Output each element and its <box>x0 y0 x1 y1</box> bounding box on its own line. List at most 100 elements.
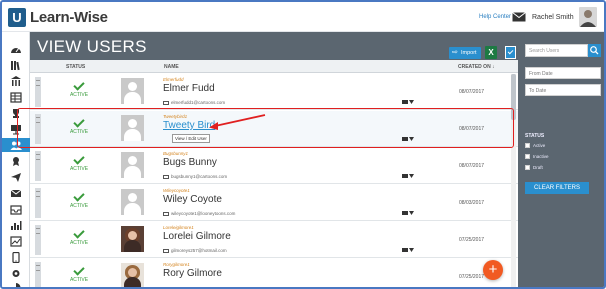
nav-chart-icon[interactable] <box>6 234 26 248</box>
nav-dashboard-icon[interactable] <box>6 42 26 56</box>
table-row[interactable]: ACTIVE Rorygilmore1 Rory Gilmore 07/25/2… <box>30 259 518 287</box>
user-name[interactable]: Rachel Smith <box>532 14 574 21</box>
sidebar <box>2 32 30 287</box>
email-line: gilmoreys257@hotmail.com <box>163 248 227 253</box>
user-name-link[interactable]: Lorelei Gilmore <box>163 231 231 242</box>
email-text: elmerfudd1@cartoons.com <box>171 100 226 105</box>
nav-table-icon[interactable] <box>6 90 26 104</box>
users-table: STATUS NAME CREATED ON ↓ ACTIVE Elmerfud… <box>30 60 518 287</box>
username: Wileycoyote1 <box>163 188 190 193</box>
user-name-link[interactable]: Rory Gilmore <box>163 268 222 279</box>
drag-handle-icon[interactable] <box>35 188 41 218</box>
created-date: 08/07/2017 <box>459 89 485 95</box>
excel-export-icon[interactable]: X <box>485 46 497 59</box>
nav-reports-icon[interactable] <box>6 218 26 232</box>
email-line: bugsbunny1@cartoons.com <box>163 174 227 179</box>
email-icon <box>163 248 169 253</box>
status-label: ACTIVE <box>69 240 89 246</box>
nav-inbox-icon[interactable] <box>6 202 26 216</box>
table-row[interactable]: ACTIVE Wileycoyote1 Wiley Coyote wileyco… <box>30 185 518 221</box>
nav-library-icon[interactable] <box>6 58 26 72</box>
user-photo[interactable] <box>121 78 144 104</box>
user-name-link[interactable]: Wiley Coyote <box>163 194 222 205</box>
nav-mail-icon[interactable] <box>6 186 26 200</box>
status-filter-heading: STATUS <box>525 133 545 139</box>
status-label: ACTIVE <box>69 92 89 98</box>
drag-handle-icon[interactable] <box>35 77 41 107</box>
import-label: Import <box>461 50 477 56</box>
filter-draft-checkbox[interactable] <box>525 165 530 170</box>
user-avatar[interactable] <box>579 7 597 27</box>
help-center-link[interactable]: Help Center <box>479 14 511 20</box>
check-icon <box>73 227 85 239</box>
created-date: 07/25/2017 <box>459 274 485 280</box>
import-icon: ⇨ <box>452 49 458 56</box>
filter-inactive-checkbox[interactable] <box>525 154 530 159</box>
drag-handle-icon[interactable] <box>35 225 41 255</box>
status-label: ACTIVE <box>69 203 89 209</box>
nav-tablet-icon[interactable] <box>6 250 26 264</box>
add-user-button[interactable]: + <box>483 260 503 280</box>
username: Elmerfudd <box>163 77 184 82</box>
user-photo[interactable] <box>121 189 144 215</box>
import-button[interactable]: ⇨ Import <box>449 47 481 59</box>
table-row[interactable]: ACTIVE Elmerfudd Elmer Fudd elmerfudd1@c… <box>30 74 518 110</box>
drag-handle-icon[interactable] <box>35 151 41 181</box>
user-photo[interactable] <box>121 263 144 287</box>
from-date-input[interactable]: From Date <box>525 67 601 79</box>
user-photo[interactable] <box>121 226 144 252</box>
check-icon <box>73 190 85 202</box>
select-all-icon[interactable] <box>505 46 516 59</box>
row-actions-icon[interactable] <box>402 174 414 179</box>
created-date: 08/03/2017 <box>459 200 485 206</box>
logo-icon: U <box>8 8 26 27</box>
nav-pie-chart-icon[interactable] <box>6 280 26 287</box>
check-icon <box>73 264 85 276</box>
search-button[interactable] <box>588 44 601 57</box>
status-cell: ACTIVE <box>68 153 90 172</box>
top-bar: U Learn-Wise Help Center Rachel Smith <box>2 2 604 32</box>
created-date: 07/25/2017 <box>459 237 485 243</box>
nav-settings-icon[interactable] <box>6 266 26 280</box>
user-name-link[interactable]: Elmer Fudd <box>163 83 215 94</box>
nav-badges-icon[interactable] <box>6 154 26 168</box>
filter-panel: Search Users From Date To Date STATUS Ac… <box>518 32 604 287</box>
column-name[interactable]: NAME <box>164 64 179 70</box>
filter-draft-label: Draft <box>533 165 543 170</box>
app-window: U Learn-Wise Help Center Rachel Smith VI… <box>0 0 606 289</box>
table-row[interactable]: ACTIVE Bugsbunny1 Bugs Bunny bugsbunny1@… <box>30 148 518 184</box>
row-actions-icon[interactable] <box>402 211 414 216</box>
created-date: 08/07/2017 <box>459 163 485 169</box>
email-icon <box>163 174 169 179</box>
clear-filters-button[interactable]: CLEAR FILTERS <box>525 182 589 194</box>
email-text: wileycoyote1@looneytoons.com <box>171 211 236 216</box>
filter-inactive-label: Inactive <box>533 154 549 159</box>
check-icon <box>73 153 85 165</box>
annotation-arrow-icon <box>209 114 266 130</box>
to-date-input[interactable]: To Date <box>525 84 601 96</box>
row-actions-icon[interactable] <box>402 100 414 105</box>
status-label: ACTIVE <box>69 166 89 172</box>
table-row[interactable]: ACTIVE Loreleigilmore1 Lorelei Gilmore g… <box>30 222 518 258</box>
filter-active-checkbox[interactable] <box>525 143 530 148</box>
column-status[interactable]: STATUS <box>66 64 85 70</box>
search-input[interactable]: Search Users <box>525 44 588 57</box>
status-cell: ACTIVE <box>68 79 90 98</box>
email-line: wileycoyote1@looneytoons.com <box>163 211 235 216</box>
row-actions-icon[interactable] <box>402 248 414 253</box>
mail-icon[interactable] <box>512 12 526 22</box>
app-title: Learn-Wise <box>30 9 108 26</box>
status-label: ACTIVE <box>69 277 89 283</box>
filter-active-label: Active <box>533 143 546 148</box>
user-photo[interactable] <box>121 152 144 178</box>
column-created[interactable]: CREATED ON ↓ <box>458 64 495 70</box>
nav-paper-plane-icon[interactable] <box>6 170 26 184</box>
nav-building-icon[interactable] <box>6 74 26 88</box>
drag-handle-icon[interactable] <box>35 262 41 287</box>
email-text: gilmoreys257@hotmail.com <box>171 248 227 253</box>
email-icon <box>163 211 169 216</box>
page-title: VIEW USERS <box>37 37 147 56</box>
email-icon <box>163 100 169 105</box>
status-cell: ACTIVE <box>68 264 90 283</box>
user-name-link[interactable]: Bugs Bunny <box>163 157 217 168</box>
